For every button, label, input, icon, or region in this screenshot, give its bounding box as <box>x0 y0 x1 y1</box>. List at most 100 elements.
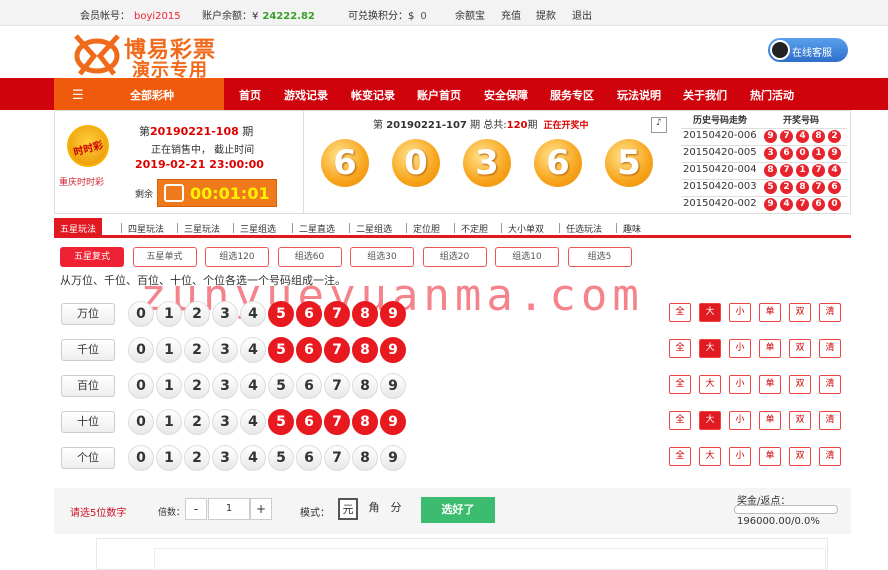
quick-select-button[interactable]: 单 <box>759 339 781 358</box>
digit-ball[interactable]: 4 <box>240 373 266 399</box>
quick-select-button[interactable]: 清 <box>819 447 841 466</box>
nav-item-account-changes[interactable]: 帐变记录 <box>351 87 395 103</box>
digit-ball[interactable]: 0 <box>128 337 154 363</box>
nav-item-home[interactable]: 首页 <box>239 87 261 103</box>
play-tab[interactable]: 四星玩法 <box>128 218 164 238</box>
play-tab[interactable]: 大小单双 <box>508 218 544 238</box>
digit-ball[interactable]: 4 <box>240 301 266 327</box>
quick-select-button[interactable]: 大 <box>699 447 721 466</box>
play-tab[interactable]: 趣味 <box>623 218 641 238</box>
digit-ball[interactable]: 6 <box>296 337 322 363</box>
digit-ball[interactable]: 7 <box>324 445 350 471</box>
online-service-button[interactable]: 在线客服 <box>768 38 848 62</box>
digit-ball[interactable]: 8 <box>352 373 378 399</box>
multiplier-decrease-button[interactable]: - <box>185 498 207 520</box>
link-logout[interactable]: 退出 <box>572 7 592 22</box>
quick-select-button[interactable]: 单 <box>759 303 781 322</box>
play-tab[interactable]: 三星组选 <box>240 218 276 238</box>
digit-ball[interactable]: 0 <box>128 445 154 471</box>
mode-yuan[interactable]: 元 <box>338 498 358 520</box>
play-tab[interactable]: 定位胆 <box>413 218 440 238</box>
digit-ball[interactable]: 4 <box>240 337 266 363</box>
sub-tab[interactable]: 组选30 <box>350 247 414 267</box>
all-lotteries-menu[interactable]: ☰ 全部彩种 <box>54 78 224 110</box>
quick-select-button[interactable]: 小 <box>729 411 751 430</box>
play-tab[interactable]: 五星玩法 <box>54 218 103 238</box>
multiplier-increase-button[interactable]: + <box>250 498 272 520</box>
digit-ball[interactable]: 5 <box>268 373 294 399</box>
digit-ball[interactable]: 2 <box>184 373 210 399</box>
digit-ball[interactable]: 9 <box>380 445 406 471</box>
quick-select-button[interactable]: 双 <box>789 339 811 358</box>
rebate-slider[interactable] <box>734 505 838 514</box>
digit-ball[interactable]: 3 <box>212 373 238 399</box>
play-tab[interactable]: 不定胆 <box>461 218 488 238</box>
digit-ball[interactable]: 4 <box>240 409 266 435</box>
digit-ball[interactable]: 2 <box>184 337 210 363</box>
nav-item-promotions[interactable]: 热门活动 <box>750 87 794 103</box>
sub-tab[interactable]: 组选5 <box>567 247 632 267</box>
quick-select-button[interactable]: 单 <box>759 375 781 394</box>
digit-ball[interactable]: 1 <box>156 445 182 471</box>
link-withdraw[interactable]: 提款 <box>536 7 556 22</box>
digit-ball[interactable]: 8 <box>352 301 378 327</box>
nav-item-about[interactable]: 关于我们 <box>683 87 727 103</box>
mode-fen[interactable]: 分 <box>386 498 406 520</box>
multiplier-input[interactable]: 1 <box>208 498 250 520</box>
sub-tab[interactable]: 五星单式 <box>132 247 197 267</box>
digit-ball[interactable]: 9 <box>380 373 406 399</box>
play-tab[interactable]: 三星玩法 <box>184 218 220 238</box>
sub-tab[interactable]: 组选10 <box>495 247 559 267</box>
quick-select-button[interactable]: 全 <box>669 411 691 430</box>
digit-ball[interactable]: 7 <box>324 409 350 435</box>
nav-item-services[interactable]: 服务专区 <box>550 87 594 103</box>
digit-ball[interactable]: 3 <box>212 445 238 471</box>
digit-ball[interactable]: 1 <box>156 373 182 399</box>
digit-ball[interactable]: 1 <box>156 301 182 327</box>
play-tab[interactable]: 任选玩法 <box>566 218 602 238</box>
digit-ball[interactable]: 6 <box>296 301 322 327</box>
digit-ball[interactable]: 6 <box>296 409 322 435</box>
digit-ball[interactable]: 0 <box>128 409 154 435</box>
digit-ball[interactable]: 3 <box>212 409 238 435</box>
digit-ball[interactable]: 7 <box>324 337 350 363</box>
digit-ball[interactable]: 2 <box>184 409 210 435</box>
nav-item-account-home[interactable]: 账户首页 <box>417 87 461 103</box>
digit-ball[interactable]: 5 <box>268 301 294 327</box>
quick-select-button[interactable]: 小 <box>729 339 751 358</box>
link-yuebao[interactable]: 余额宝 <box>455 7 485 22</box>
digit-ball[interactable]: 0 <box>128 301 154 327</box>
sub-tab[interactable]: 五星复式 <box>60 247 124 267</box>
digit-ball[interactable]: 9 <box>380 409 406 435</box>
play-tab[interactable]: 二星组选 <box>356 218 392 238</box>
quick-select-button[interactable]: 清 <box>819 303 841 322</box>
digit-ball[interactable]: 2 <box>184 445 210 471</box>
digit-ball[interactable]: 8 <box>352 445 378 471</box>
digit-ball[interactable]: 5 <box>268 337 294 363</box>
digit-ball[interactable]: 7 <box>324 373 350 399</box>
quick-select-button[interactable]: 清 <box>819 375 841 394</box>
digit-ball[interactable]: 7 <box>324 301 350 327</box>
sub-tab[interactable]: 组选120 <box>205 247 269 267</box>
quick-select-button[interactable]: 小 <box>729 447 751 466</box>
digit-ball[interactable]: 4 <box>240 445 266 471</box>
quick-select-button[interactable]: 清 <box>819 339 841 358</box>
quick-select-button[interactable]: 大 <box>699 339 721 358</box>
site-logo[interactable]: 博易彩票 演示专用 <box>72 30 232 81</box>
sub-tab[interactable]: 组选60 <box>277 247 342 267</box>
digit-ball[interactable]: 8 <box>352 337 378 363</box>
confirm-selection-button[interactable]: 选好了 <box>421 497 495 523</box>
quick-select-button[interactable]: 全 <box>669 339 691 358</box>
quick-select-button[interactable]: 全 <box>669 447 691 466</box>
quick-select-button[interactable]: 全 <box>669 375 691 394</box>
nav-item-game-records[interactable]: 游戏记录 <box>284 87 328 103</box>
quick-select-button[interactable]: 双 <box>789 375 811 394</box>
quick-select-button[interactable]: 全 <box>669 303 691 322</box>
quick-select-button[interactable]: 清 <box>819 411 841 430</box>
nav-item-security[interactable]: 安全保障 <box>484 87 528 103</box>
quick-select-button[interactable]: 大 <box>699 375 721 394</box>
quick-select-button[interactable]: 单 <box>759 447 781 466</box>
digit-ball[interactable]: 8 <box>352 409 378 435</box>
mode-jiao[interactable]: 角 <box>364 498 384 520</box>
quick-select-button[interactable]: 小 <box>729 303 751 322</box>
